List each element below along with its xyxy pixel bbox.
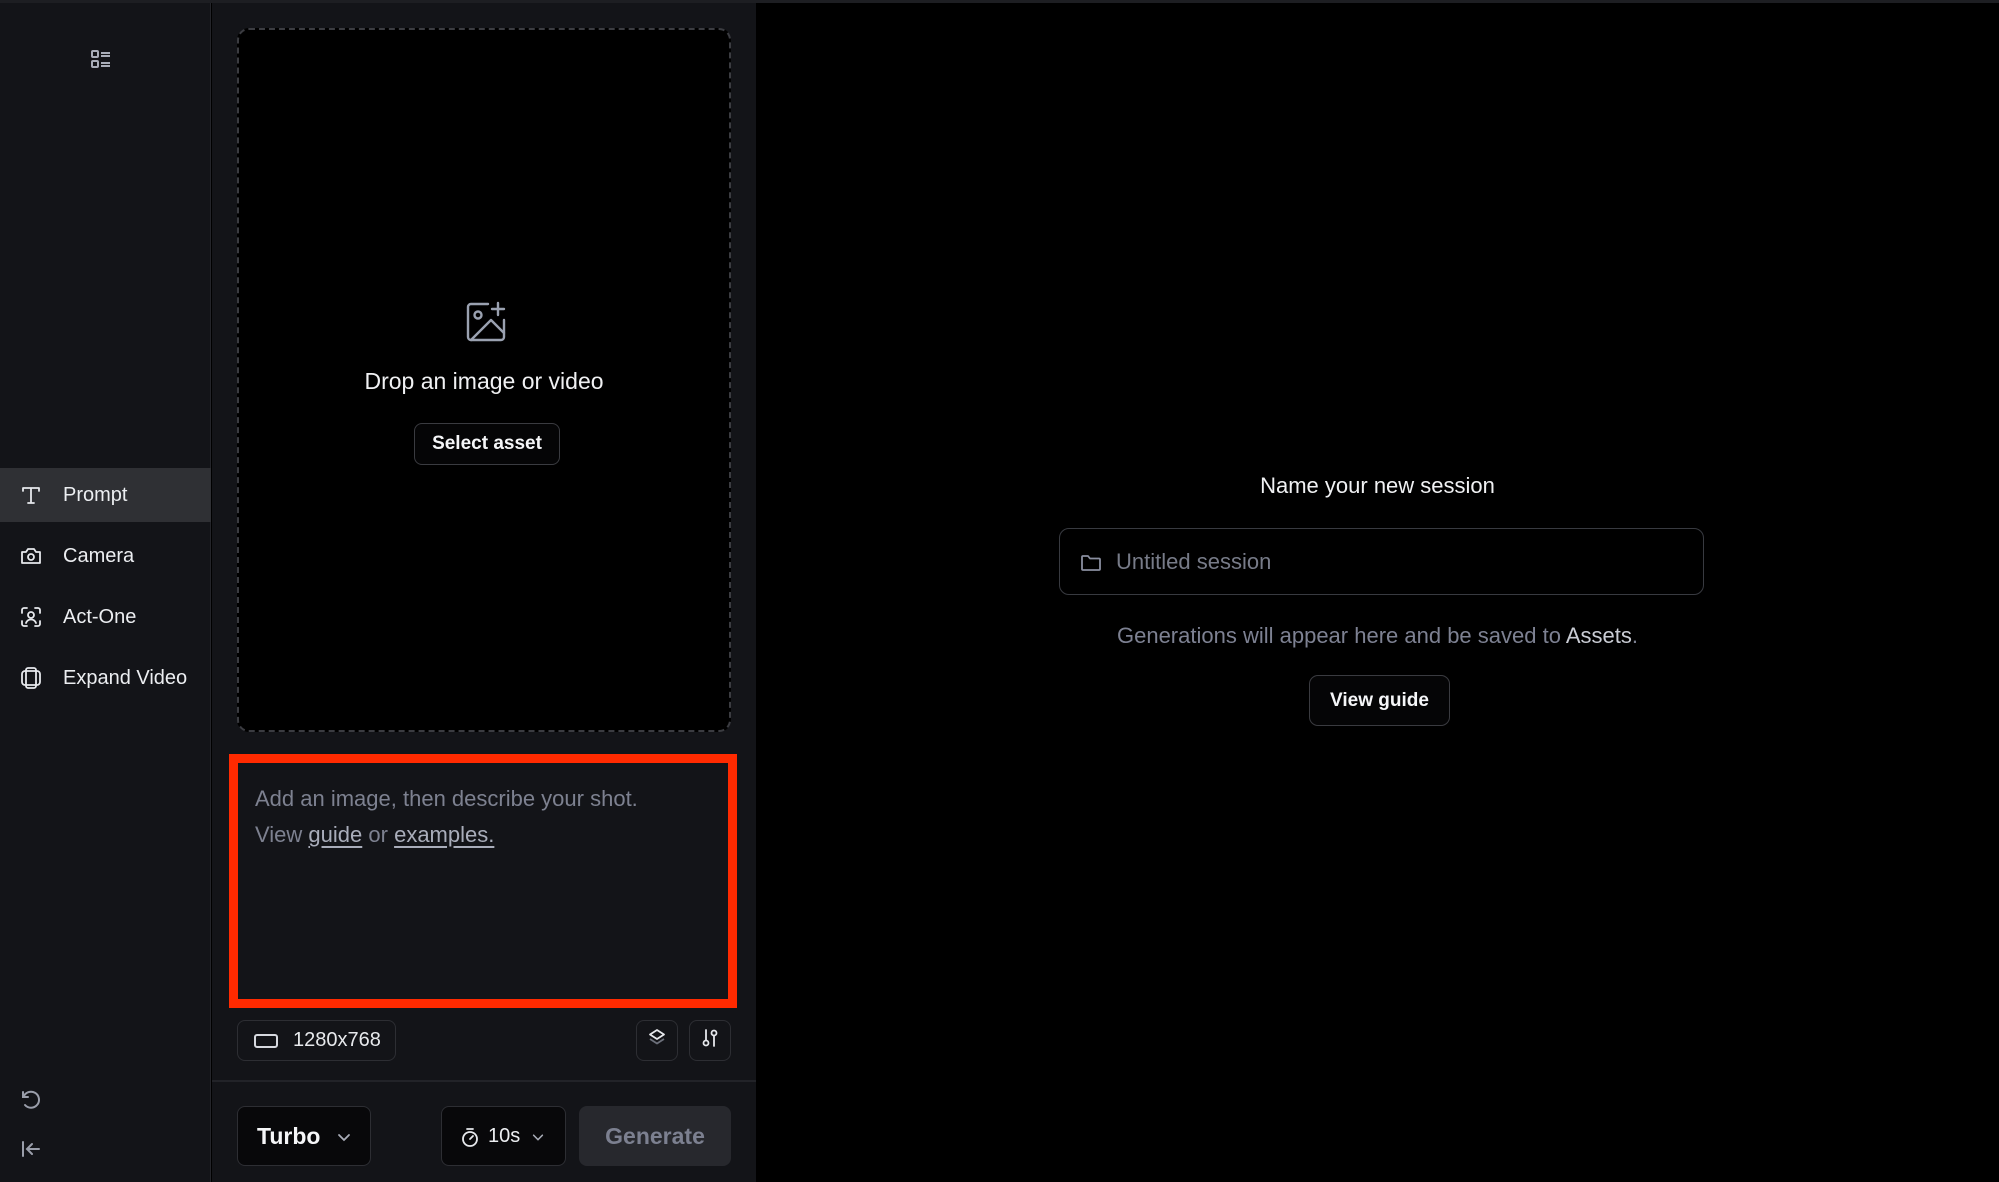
session-note-text: Generations will appear here and be save… [1116, 623, 1561, 648]
duration-selector[interactable]: 10s [441, 1106, 566, 1166]
guide-link[interactable]: guide [308, 822, 362, 847]
prompt-placeholder-line1: Add an image, then describe your shot. [255, 786, 638, 811]
layers-button[interactable] [636, 1020, 678, 1061]
duration-value: 10s [488, 1124, 521, 1147]
sidebar-item-expand-video[interactable]: Expand Video [0, 651, 211, 705]
prompt-or-text: or [368, 822, 388, 847]
select-asset-button[interactable]: Select asset [414, 423, 560, 465]
aspect-ratio-icon [253, 1032, 279, 1055]
prompt-input[interactable]: Add an image, then describe your shot. V… [238, 763, 728, 999]
resolution-selector[interactable]: 1280x768 [237, 1020, 396, 1061]
camera-icon [18, 543, 44, 569]
view-guide-button[interactable]: View guide [1309, 675, 1450, 726]
chevron-down-icon [531, 1130, 545, 1149]
layout-list-icon[interactable] [89, 48, 113, 72]
sidebar-item-camera[interactable]: Camera [0, 529, 211, 583]
session-note: Generations will appear here and be save… [756, 623, 1999, 649]
session-name-field[interactable] [1059, 528, 1704, 595]
folder-icon [1080, 553, 1102, 578]
sidebar-item-prompt[interactable]: Prompt [0, 468, 211, 522]
model-selector[interactable]: Turbo [237, 1106, 371, 1166]
session-name-input[interactable] [1116, 529, 1676, 594]
session-title: Name your new session [1260, 473, 1495, 498]
asset-dropzone[interactable]: Drop an image or video Select asset [237, 28, 731, 732]
sliders-icon [699, 1027, 721, 1054]
collapse-sidebar-icon[interactable] [19, 1137, 45, 1163]
sidebar: Prompt Camera Act-One Expand Video [0, 3, 211, 1182]
stopwatch-icon [460, 1126, 480, 1153]
sidebar-item-label: Act-One [63, 605, 137, 628]
face-scan-icon [18, 604, 44, 630]
sidebar-item-label: Prompt [63, 483, 128, 506]
session-note-suffix: . [1631, 623, 1638, 648]
dropzone-text: Drop an image or video [364, 368, 604, 394]
chevron-down-icon [336, 1129, 352, 1150]
resolution-value: 1280x768 [293, 1029, 381, 1051]
generation-panel: Drop an image or video Select asset Add … [212, 3, 756, 1182]
image-add-icon [464, 300, 508, 344]
undo-icon[interactable] [19, 1088, 45, 1114]
footer-divider [212, 1080, 756, 1082]
sidebar-item-act-one[interactable]: Act-One [0, 590, 211, 644]
settings-button[interactable] [689, 1020, 731, 1061]
layers-icon [646, 1027, 668, 1054]
assets-link[interactable]: Assets [1566, 623, 1632, 648]
expand-frame-icon [18, 665, 44, 691]
examples-link[interactable]: examples. [394, 822, 494, 847]
sidebar-item-label: Expand Video [63, 666, 188, 689]
sidebar-item-label: Camera [63, 544, 135, 567]
generate-button[interactable]: Generate [579, 1106, 731, 1166]
prompt-view-text: View [255, 822, 303, 847]
model-value: Turbo [257, 1122, 321, 1149]
text-icon [18, 482, 44, 508]
session-area: Name your new session Generations will a… [756, 3, 1999, 1182]
